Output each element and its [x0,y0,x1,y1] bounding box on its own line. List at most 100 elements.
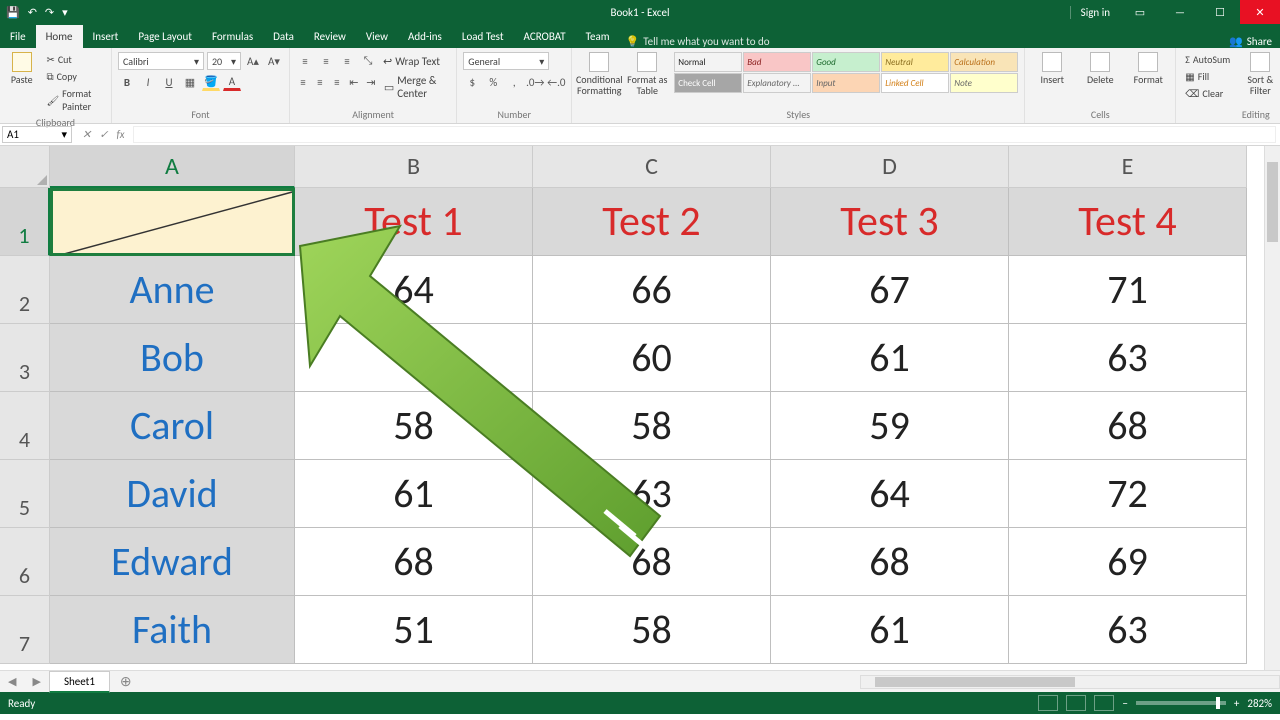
formula-input[interactable] [133,126,1276,143]
cell[interactable]: 58 [533,392,771,460]
normal-view-icon[interactable] [1038,695,1058,711]
row-header-6[interactable]: 6 [0,528,50,596]
tab-file[interactable]: File [0,25,36,48]
tab-loadtest[interactable]: Load Test [452,25,514,48]
cell[interactable]: Test 1 [295,188,533,256]
align-center-icon[interactable]: ≡ [313,73,327,91]
cell[interactable]: 68 [1009,392,1247,460]
percent-icon[interactable]: % [484,73,502,91]
style-linked-cell[interactable]: Linked Cell [881,73,949,93]
font-color-icon[interactable]: A [223,73,241,91]
font-name-select[interactable]: Calibri▾ [118,52,204,70]
page-layout-view-icon[interactable] [1066,695,1086,711]
align-left-icon[interactable]: ≡ [296,73,310,91]
underline-button[interactable]: U [160,73,178,91]
vertical-scrollbar[interactable] [1264,146,1280,670]
fx-icon[interactable]: fx [116,128,124,141]
sheet-tab[interactable]: Sheet1 [49,671,110,693]
cell[interactable]: Edward [50,528,295,596]
cell[interactable]: 61 [295,460,533,528]
style-normal[interactable]: Normal [674,52,742,72]
save-icon[interactable]: 💾 [6,6,20,19]
scroll-thumb[interactable] [1267,162,1278,242]
zoom-in-icon[interactable]: + [1234,697,1239,710]
maximize-button[interactable]: ☐ [1200,0,1240,24]
share-button[interactable]: 👥Share [1229,35,1272,48]
cell[interactable]: 68 [295,528,533,596]
align-right-icon[interactable]: ≡ [330,73,344,91]
align-middle-icon[interactable]: ≡ [317,52,335,70]
page-break-view-icon[interactable] [1094,695,1114,711]
cell[interactable]: 59 [771,392,1009,460]
sheet-nav-next-icon[interactable]: ▶ [24,675,48,688]
cell[interactable]: Test 4 [1009,188,1247,256]
comma-icon[interactable]: , [505,73,523,91]
row-header-3[interactable]: 3 [0,324,50,392]
accounting-icon[interactable]: $ [463,73,481,91]
cell[interactable]: 72 [1009,460,1247,528]
cell[interactable]: 61 [771,324,1009,392]
cut-button[interactable]: ✂Cut [43,52,105,67]
autosum-button[interactable]: ΣAutoSum [1182,52,1233,67]
delete-cells-button[interactable]: Delete [1079,52,1121,85]
align-bottom-icon[interactable]: ≡ [338,52,356,70]
paste-button[interactable]: Paste [6,52,37,85]
insert-cells-button[interactable]: Insert [1031,52,1073,85]
format-cells-button[interactable]: Format [1127,52,1169,85]
redo-icon[interactable]: ↷ [45,6,54,19]
close-button[interactable]: ✕ [1240,0,1280,24]
row-header-4[interactable]: 4 [0,392,50,460]
increase-indent-icon[interactable]: ⇥ [364,73,378,91]
orientation-icon[interactable]: ⤡ [359,52,377,70]
borders-icon[interactable]: ▦ [181,73,199,91]
cell[interactable]: 66 [533,256,771,324]
zoom-slider[interactable] [1136,701,1226,705]
cell[interactable]: 69 [1009,528,1247,596]
sign-in-button[interactable]: Sign in [1070,6,1120,19]
shrink-font-icon[interactable]: A▾ [265,52,283,70]
sort-filter-button[interactable]: Sort & Filter [1239,52,1280,96]
decrease-decimal-icon[interactable]: ←.0 [547,73,565,91]
tab-view[interactable]: View [356,25,398,48]
row-header-5[interactable]: 5 [0,460,50,528]
grow-font-icon[interactable]: A▴ [244,52,262,70]
cell[interactable]: 64 [771,460,1009,528]
tab-page-layout[interactable]: Page Layout [128,25,202,48]
col-header-e[interactable]: E [1009,146,1247,188]
qat-dropdown-icon[interactable]: ▾ [62,6,68,19]
tab-formulas[interactable]: Formulas [202,25,263,48]
cell[interactable]: 63 [533,460,771,528]
tell-me-search[interactable]: 💡Tell me what you want to do [626,35,770,48]
name-box[interactable]: A1▾ [2,126,72,143]
select-all-corner[interactable] [0,146,50,188]
align-top-icon[interactable]: ≡ [296,52,314,70]
style-good[interactable]: Good [812,52,880,72]
cell[interactable]: David [50,460,295,528]
tab-addins[interactable]: Add-ins [398,25,452,48]
worksheet-area[interactable]: A B C D E 1 2 3 4 5 6 7 Test 1 Test 2 Te… [0,146,1280,670]
fill-button[interactable]: ▦Fill [1182,69,1233,84]
cancel-formula-icon[interactable]: ✕ [82,128,91,141]
fill-color-icon[interactable]: 🪣 [202,73,220,91]
cell[interactable]: 58 [533,596,771,664]
cell[interactable]: 68 [771,528,1009,596]
zoom-out-icon[interactable]: − [1122,697,1127,710]
cell[interactable]: 63 [1009,596,1247,664]
col-header-c[interactable]: C [533,146,771,188]
style-bad[interactable]: Bad [743,52,811,72]
cell[interactable]: Anne [50,256,295,324]
font-size-select[interactable]: 20▾ [207,52,241,70]
cell[interactable]: Test 3 [771,188,1009,256]
confirm-formula-icon[interactable]: ✓ [99,128,108,141]
undo-icon[interactable]: ↶ [28,6,37,19]
tab-data[interactable]: Data [263,25,304,48]
cell[interactable] [295,324,533,392]
row-header-7[interactable]: 7 [0,596,50,664]
number-format-select[interactable]: General▾ [463,52,549,70]
style-calculation[interactable]: Calculation [950,52,1018,72]
col-header-a[interactable]: A [50,146,295,188]
decrease-indent-icon[interactable]: ⇤ [347,73,361,91]
style-check-cell[interactable]: Check Cell [674,73,742,93]
style-explanatory[interactable]: Explanatory ... [743,73,811,93]
bold-button[interactable]: B [118,73,136,91]
